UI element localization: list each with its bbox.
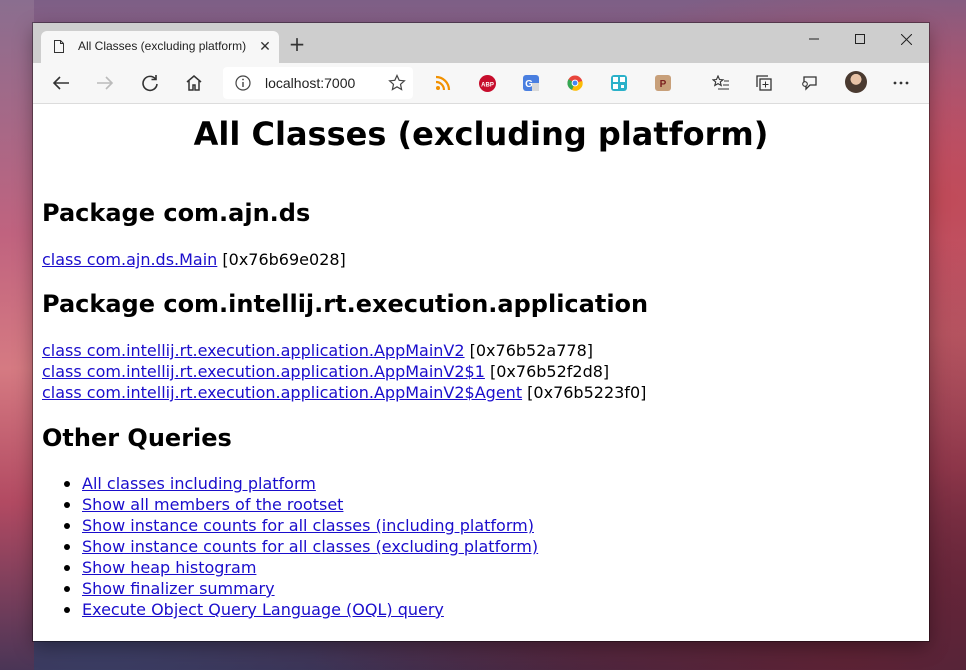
collections-icon: [756, 75, 772, 91]
class-address: [0x76b52a778]: [464, 341, 593, 360]
bullet: [64, 523, 70, 529]
list-item: Show heap histogram: [64, 558, 538, 579]
tab-title: All Classes (excluding platform): [78, 39, 247, 53]
list-item: Execute Object Query Language (OQL) quer…: [64, 600, 538, 621]
maximize-icon: [855, 34, 865, 44]
forward-button[interactable]: [91, 70, 119, 96]
query-link[interactable]: Execute Object Query Language (OQL) quer…: [82, 600, 444, 619]
class-address: [0x76b5223f0]: [522, 383, 647, 402]
package-heading: Package com.ajn.ds: [42, 199, 311, 227]
qr-extension-icon[interactable]: [611, 75, 627, 91]
arrow-left-icon: [52, 76, 69, 90]
browser-window: All Classes (excluding platform) ✕ + loc…: [33, 23, 929, 641]
rss-extension-icon[interactable]: [435, 75, 451, 91]
class-address: [0x76b69e028]: [217, 250, 346, 269]
page-content: All Classes (excluding platform) Package…: [33, 104, 929, 641]
new-tab-button[interactable]: +: [287, 34, 307, 55]
query-link[interactable]: All classes including platform: [82, 474, 316, 493]
minimize-button[interactable]: [791, 23, 837, 55]
feedback-button[interactable]: [795, 70, 823, 96]
list-item: All classes including platform: [64, 474, 538, 495]
queries-list: All classes including platform Show all …: [64, 474, 538, 621]
profile-avatar[interactable]: [845, 71, 867, 93]
feedback-icon: [802, 76, 817, 91]
favorites-list-icon: [712, 75, 729, 90]
home-icon: [186, 75, 202, 91]
tab-close-icon[interactable]: ✕: [257, 39, 273, 55]
arrow-right-icon: [97, 76, 114, 90]
bullet: [64, 565, 70, 571]
address-bar[interactable]: localhost:7000: [223, 67, 413, 99]
bullet: [64, 481, 70, 487]
bullet: [64, 502, 70, 508]
more-dots-icon: [893, 81, 909, 85]
maximize-button[interactable]: [837, 23, 883, 55]
close-window-button[interactable]: [883, 23, 929, 55]
page-title: All Classes (excluding platform): [193, 115, 769, 153]
title-bar: All Classes (excluding platform) ✕ +: [33, 23, 929, 63]
class-row: class com.intellij.rt.execution.applicat…: [42, 341, 593, 360]
minimize-icon: [809, 38, 819, 40]
pdf-extension-icon[interactable]: P: [655, 75, 671, 91]
home-button[interactable]: [180, 70, 208, 96]
svg-text:P: P: [660, 79, 667, 90]
class-row: class com.intellij.rt.execution.applicat…: [42, 362, 609, 381]
svg-text:ABP: ABP: [481, 83, 494, 89]
adblock-extension-icon[interactable]: ABP: [479, 75, 496, 92]
bullet: [64, 544, 70, 550]
svg-text:G: G: [525, 79, 533, 90]
url-text: localhost:7000: [265, 75, 356, 91]
favorite-star-icon[interactable]: [388, 74, 406, 92]
list-item: Show instance counts for all classes (in…: [64, 516, 538, 537]
package-heading: Package com.intellij.rt.execution.applic…: [42, 290, 649, 318]
settings-more-button[interactable]: [887, 70, 915, 96]
query-link[interactable]: Show all members of the rootset: [82, 495, 343, 514]
query-link[interactable]: Show instance counts for all classes (in…: [82, 516, 534, 535]
class-link[interactable]: class com.intellij.rt.execution.applicat…: [42, 383, 522, 402]
desktop-background: [0, 0, 34, 670]
collections-button[interactable]: [751, 70, 779, 96]
class-address: [0x76b52f2d8]: [484, 362, 610, 381]
favorites-button[interactable]: [707, 70, 735, 96]
translate-extension-icon[interactable]: G: [523, 75, 539, 91]
page-icon: [54, 40, 64, 53]
bullet: [64, 607, 70, 613]
chrome-extension-icon[interactable]: [567, 75, 583, 91]
browser-tab[interactable]: All Classes (excluding platform) ✕: [41, 31, 279, 63]
class-row: class com.intellij.rt.execution.applicat…: [42, 383, 646, 402]
class-link[interactable]: class com.intellij.rt.execution.applicat…: [42, 362, 485, 381]
query-link[interactable]: Show finalizer summary: [82, 579, 275, 598]
list-item: Show instance counts for all classes (ex…: [64, 537, 538, 558]
bullet: [64, 586, 70, 592]
browser-toolbar: localhost:7000 ABP G P: [33, 63, 929, 104]
refresh-icon: [142, 75, 158, 92]
list-item: Show finalizer summary: [64, 579, 538, 600]
back-button[interactable]: [47, 70, 75, 96]
close-icon: [900, 33, 912, 45]
class-link[interactable]: class com.intellij.rt.execution.applicat…: [42, 341, 465, 360]
list-item: Show all members of the rootset: [64, 495, 538, 516]
query-link[interactable]: Show instance counts for all classes (ex…: [82, 537, 538, 556]
class-link[interactable]: class com.ajn.ds.Main: [42, 250, 217, 269]
info-icon: [235, 75, 251, 91]
refresh-button[interactable]: [136, 70, 164, 96]
other-queries-heading: Other Queries: [42, 424, 232, 452]
query-link[interactable]: Show heap histogram: [82, 558, 256, 577]
class-row: class com.ajn.ds.Main [0x76b69e028]: [42, 250, 346, 269]
